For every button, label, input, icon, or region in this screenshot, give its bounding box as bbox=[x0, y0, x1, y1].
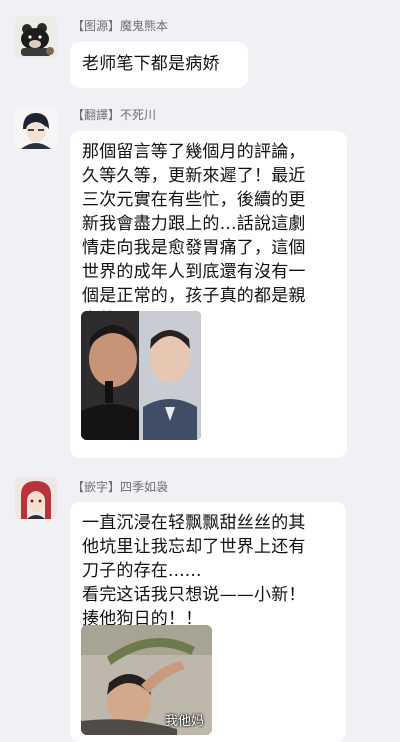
two-men-photo-icon bbox=[81, 311, 201, 440]
sender-name: 【图源】魔鬼熊本 bbox=[72, 19, 169, 33]
sender-name: 【翻譯】不死川 bbox=[72, 108, 157, 122]
message-text: 一直沉浸在轻飘飘甜丝丝的其 他坑里让我忘却了世界上还有 刀子的存在...... … bbox=[82, 513, 306, 629]
anime-boy-avatar-icon bbox=[15, 107, 57, 149]
sender-avatar-bear[interactable] bbox=[15, 16, 57, 58]
sender-avatar-anime[interactable] bbox=[15, 107, 57, 149]
message-photo[interactable] bbox=[81, 311, 201, 440]
message-bubble[interactable]: 那個留言等了幾個月的評論， 久等久等，更新來遲了！最近 三次元實在有些忙，後續的… bbox=[70, 131, 347, 458]
sender-avatar-redhair[interactable] bbox=[15, 477, 57, 519]
sender-name: 【嵌字】四季如袅 bbox=[72, 480, 169, 494]
meme-caption: 我他妈 bbox=[164, 714, 204, 729]
message-text: 老师笔下都是病娇 bbox=[82, 54, 220, 74]
message-bubble[interactable]: 老师笔下都是病娇 bbox=[70, 42, 248, 88]
message-text: 那個留言等了幾個月的評論， 久等久等，更新來遲了！最近 三次元實在有些忙，後續的… bbox=[82, 142, 306, 330]
bear-avatar-icon bbox=[15, 16, 57, 58]
red-hair-girl-avatar-icon bbox=[15, 477, 57, 519]
message-bubble[interactable]: 一直沉浸在轻飘飘甜丝丝的其 他坑里让我忘却了世界上还有 刀子的存在...... … bbox=[70, 502, 346, 742]
message-meme-photo[interactable]: 我他妈 bbox=[81, 625, 212, 735]
